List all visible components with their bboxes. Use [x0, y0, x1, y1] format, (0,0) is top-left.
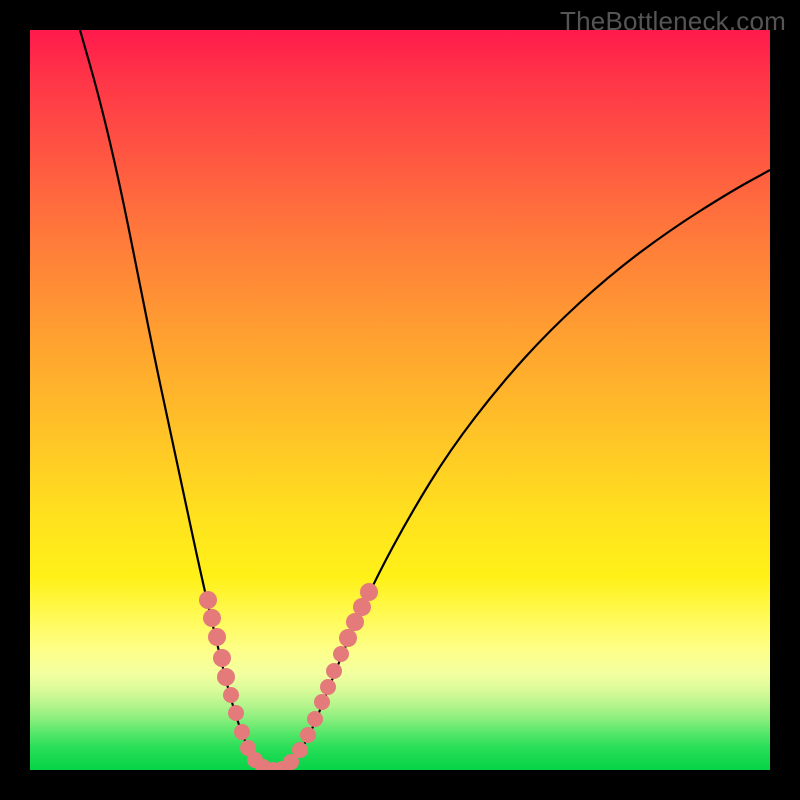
marker-cluster — [199, 583, 378, 770]
data-marker — [234, 724, 250, 740]
curve-left — [80, 30, 275, 770]
data-marker — [339, 629, 357, 647]
data-marker — [203, 609, 221, 627]
data-marker — [360, 583, 378, 601]
data-marker — [307, 711, 323, 727]
data-marker — [333, 646, 349, 662]
chart-frame: TheBottleneck.com — [0, 0, 800, 800]
data-marker — [320, 679, 336, 695]
data-marker — [300, 727, 316, 743]
plot-area — [30, 30, 770, 770]
data-marker — [223, 687, 239, 703]
curve-right — [275, 170, 770, 770]
curve-layer — [30, 30, 770, 770]
data-marker — [314, 694, 330, 710]
data-marker — [217, 668, 235, 686]
data-marker — [199, 591, 217, 609]
data-marker — [208, 628, 226, 646]
data-marker — [213, 649, 231, 667]
data-marker — [326, 663, 342, 679]
data-marker — [228, 705, 244, 721]
data-marker — [292, 742, 308, 758]
